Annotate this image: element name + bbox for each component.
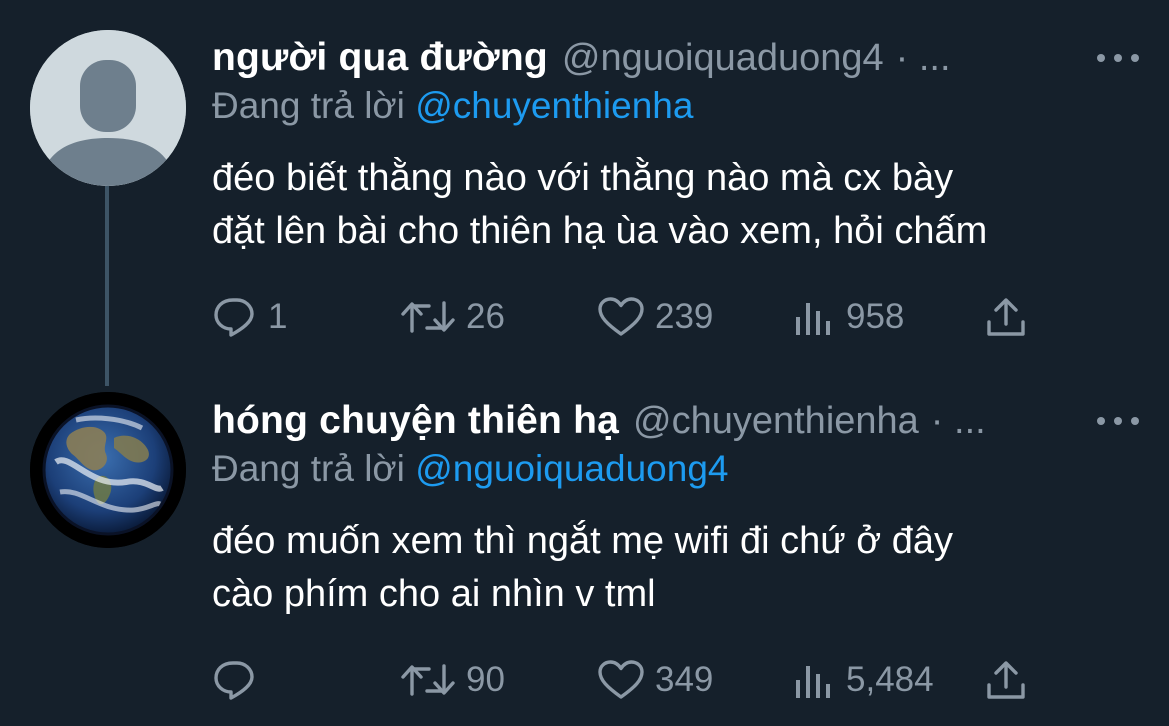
replying-to-handle[interactable]: @nguoiquaduong4 — [415, 448, 728, 489]
like-count: 349 — [655, 660, 714, 699]
share-button[interactable] — [984, 658, 1028, 702]
retweet-count: 26 — [466, 297, 505, 336]
share-button[interactable] — [984, 295, 1028, 339]
retweet-icon — [401, 664, 455, 696]
default-profile-avatar-icon — [30, 30, 186, 186]
views-count: 5,484 — [846, 660, 934, 699]
replying-to: Đang trả lời @chuyenthienha — [212, 85, 693, 127]
action-bar: 1 26 239 958 — [212, 295, 1032, 339]
like-count: 239 — [655, 297, 714, 336]
tweet-2[interactable]: hóng chuyện thiên hạ @chuyenthienha · ..… — [0, 360, 1169, 726]
tweet-text-line: đéo muốn xem thì ngắt mẹ wifi đi chứ ở đ… — [212, 520, 954, 562]
tweet-text-line: đéo biết thằng nào với thằng nào mà cx b… — [212, 157, 954, 199]
timestamp-separator: · ... — [930, 399, 986, 442]
retweet-button[interactable]: 90 — [400, 658, 505, 702]
replying-to-label: Đang trả lời — [212, 448, 405, 489]
user-handle[interactable]: @nguoiquaduong4 — [562, 37, 884, 80]
like-icon — [598, 297, 644, 336]
like-button[interactable]: 349 — [597, 658, 713, 702]
user-handle[interactable]: @chuyenthienha — [633, 400, 919, 443]
tweet-1[interactable]: người qua đường @nguoiquaduong4 · ... Đa… — [0, 0, 1169, 360]
views-count: 958 — [846, 297, 905, 336]
action-bar: 90 349 5,484 — [212, 658, 1032, 702]
reply-button[interactable] — [212, 658, 268, 702]
more-icon[interactable] — [1097, 411, 1139, 431]
earth-globe-avatar-icon — [30, 392, 186, 548]
views-button[interactable]: 5,484 — [792, 658, 934, 702]
timestamp-separator: · ... — [895, 36, 951, 79]
reply-count: 1 — [268, 297, 288, 336]
replying-to-handle[interactable]: @chuyenthienha — [415, 85, 693, 126]
reply-icon — [214, 661, 254, 700]
replying-to: Đang trả lời @nguoiquaduong4 — [212, 448, 728, 490]
share-icon — [987, 661, 1025, 699]
tweet-text-line: đặt lên bài cho thiên hạ ùa vào xem, hỏi… — [212, 210, 988, 252]
share-icon — [987, 298, 1025, 336]
tweet-header: người qua đường @nguoiquaduong4 · ... — [212, 32, 1139, 84]
replying-to-label: Đang trả lời — [212, 85, 405, 126]
retweet-icon — [401, 301, 455, 333]
like-icon — [598, 660, 644, 699]
views-icon — [796, 303, 830, 335]
views-icon — [796, 666, 830, 698]
more-icon[interactable] — [1097, 48, 1139, 68]
display-name[interactable]: hóng chuyện thiên hạ — [212, 399, 619, 443]
reply-button[interactable]: 1 — [212, 295, 287, 339]
avatar[interactable] — [30, 392, 186, 548]
reply-icon — [214, 298, 254, 337]
display-name[interactable]: người qua đường — [212, 36, 548, 80]
tweet-header: hóng chuyện thiên hạ @chuyenthienha · ..… — [212, 395, 1139, 447]
avatar[interactable] — [30, 30, 186, 186]
tweet-text-line: cào phím cho ai nhìn v tml — [212, 573, 656, 615]
tweet-text: đéo biết thằng nào với thằng nào mà cx b… — [212, 152, 1129, 258]
like-button[interactable]: 239 — [597, 295, 713, 339]
retweet-button[interactable]: 26 — [400, 295, 505, 339]
tweet-text: đéo muốn xem thì ngắt mẹ wifi đi chứ ở đ… — [212, 515, 1129, 621]
retweet-count: 90 — [466, 660, 505, 699]
views-button[interactable]: 958 — [792, 295, 904, 339]
